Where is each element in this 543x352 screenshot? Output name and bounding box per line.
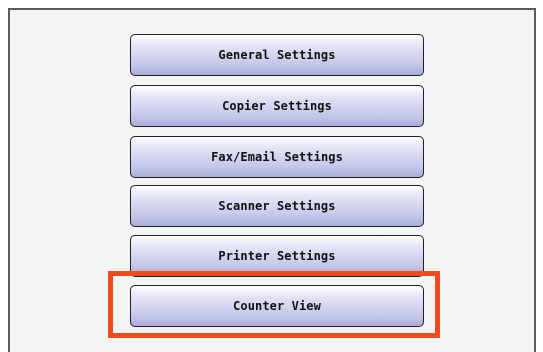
printer-settings-button[interactable]: Printer Settings	[130, 235, 424, 277]
copier-settings-button[interactable]: Copier Settings	[130, 85, 424, 127]
general-settings-button[interactable]: General Settings	[130, 34, 424, 76]
counter-view-button[interactable]: Counter View	[130, 285, 424, 327]
scanner-settings-button[interactable]: Scanner Settings	[130, 185, 424, 227]
fax-email-settings-button[interactable]: Fax/Email Settings	[130, 136, 424, 178]
